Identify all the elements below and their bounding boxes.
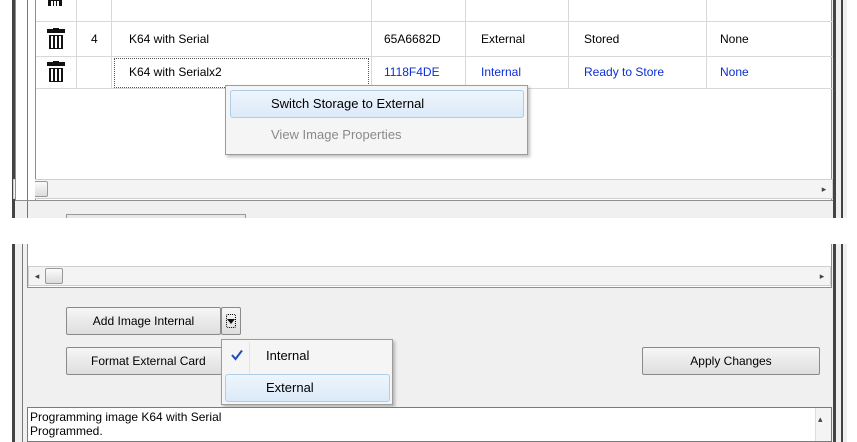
scroll-left-arrow-icon[interactable]: ◂ [30,267,44,285]
format-card-button[interactable]: Format External Card [66,347,246,375]
storage-cell: Internal [481,65,522,79]
col-divider [371,0,372,88]
scroll-up-arrow-icon[interactable]: ▴ [818,414,823,425]
row-index-cell: 4 [91,32,98,46]
status-cell: Stored [584,32,620,46]
frame-right-edge [833,0,836,218]
checksum-cell: 65A6682D [384,32,441,46]
image-name-cell[interactable]: K64 with Serialx2 [129,57,222,87]
col-divider [706,0,707,88]
col-divider [568,0,569,88]
bottom-window-region: ◂ ▸ Add Image Internal Format External C… [0,244,857,442]
extra-cell: None [720,32,749,46]
trash-icon[interactable] [44,0,66,6]
row-context-menu: Switch Storage to External View Image Pr… [225,85,528,155]
apply-changes-button-label: Apply Changes [690,354,772,368]
format-card-button-label: Format External Card [91,354,206,368]
trash-icon[interactable] [45,28,67,50]
col-divider [465,0,466,88]
check-icon [231,349,243,364]
frame-right-edge [833,244,836,442]
menu-item-switch-storage-label: Switch Storage to External [271,96,425,111]
menu-item-view-properties: View Image Properties [271,127,402,142]
add-image-button-label: Add Image Internal [92,314,195,328]
storage-dropdown-button[interactable] [221,307,241,335]
frame-left-inner [27,0,28,218]
apply-changes-button[interactable]: Apply Changes [642,347,820,375]
table-left-border [15,0,35,200]
horizontal-scrollbar[interactable] [13,179,833,199]
frame-left-edge [12,244,15,442]
frame-left-inner [22,244,23,442]
checksum-cell: 1118F4DE [384,65,440,79]
frame-right-outer [841,244,843,442]
menu-item-internal-label: Internal [266,348,310,363]
table-bottom-border [15,200,833,201]
scroll-right-arrow-icon[interactable]: ▸ [815,267,829,285]
menu-item-external-label: External [266,380,314,395]
status-cell: Ready to Store [584,65,665,79]
image-name-cell[interactable]: K64 with Serial [129,24,209,54]
trash-icon[interactable] [45,61,67,83]
log-line: Programming image K64 with Serial [30,410,222,424]
storage-dropdown-menu: Internal External [221,339,393,405]
extra-cell: None [720,65,749,79]
screenshot-separator [0,218,857,244]
scrollbar-thumb[interactable] [45,268,63,284]
frame-right-outer [841,0,843,218]
add-image-button[interactable]: Add Image Internal [66,307,221,335]
log-line: Programmed. [30,424,103,438]
dropdown-arrow-icon [226,314,236,328]
horizontal-scrollbar[interactable] [28,266,831,286]
row-divider [36,21,833,22]
col-divider [76,0,77,88]
scroll-right-arrow-icon[interactable]: ▸ [817,180,831,198]
col-divider [111,0,112,88]
storage-cell: External [481,32,526,46]
top-window-region: 4 K64 with Serial 65A6682D External Stor… [0,0,857,218]
